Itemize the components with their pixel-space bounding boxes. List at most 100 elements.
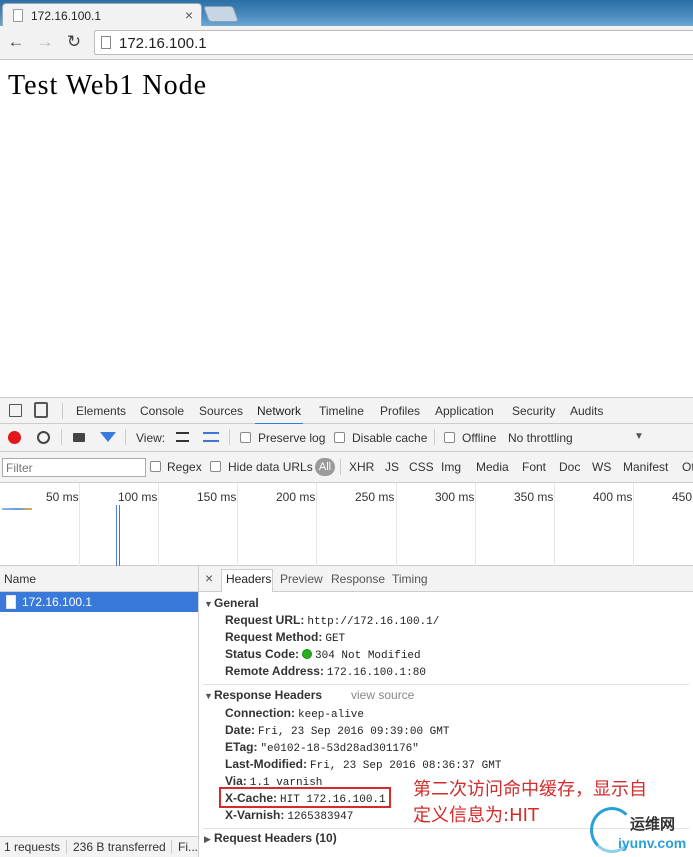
response-headers-title: Response Headers	[214, 688, 323, 702]
filter-input[interactable]	[2, 458, 146, 477]
address-url: 172.16.100.1	[119, 35, 207, 52]
response-headers-section-toggle[interactable]: ▼Response Headers view source	[204, 688, 504, 702]
view-source-link[interactable]: view source	[351, 688, 414, 702]
tab-network[interactable]: Network	[254, 404, 304, 425]
header-row: X-Varnish: 1265383947	[225, 808, 354, 823]
network-overview-timeline[interactable]: 50 ms 100 ms 150 ms 200 ms 250 ms 300 ms…	[0, 483, 693, 566]
status-ok-icon	[302, 649, 313, 659]
address-bar[interactable]: 172.16.100.1	[94, 30, 693, 55]
filter-type-js[interactable]: JS	[385, 460, 399, 474]
back-arrow-icon[interactable]: ←	[6, 32, 26, 52]
tab-timeline[interactable]: Timeline	[319, 404, 364, 418]
large-rows-icon[interactable]	[176, 432, 189, 442]
tab-console[interactable]: Console	[140, 404, 184, 418]
offline-label: Offline	[462, 431, 497, 445]
filter-type-doc[interactable]: Doc	[559, 460, 580, 474]
inspect-element-icon[interactable]	[9, 404, 22, 417]
filter-type-all[interactable]: All	[315, 458, 335, 476]
throttling-dropdown-icon[interactable]: ▼	[634, 431, 644, 442]
regex-checkbox[interactable]	[150, 461, 161, 472]
disable-cache-label: Disable cache	[352, 431, 428, 445]
expanded-caret-icon: ▼	[204, 599, 213, 609]
divider	[340, 459, 341, 475]
filter-type-xhr[interactable]: XHR	[349, 460, 374, 474]
hide-data-urls-label: Hide data URLs	[228, 460, 313, 474]
page-favicon-icon	[13, 9, 23, 22]
regex-label: Regex	[167, 460, 202, 474]
hide-data-urls-checkbox[interactable]	[210, 461, 221, 472]
divider	[434, 429, 435, 445]
tab-audits[interactable]: Audits	[570, 404, 603, 418]
tab-sources[interactable]: Sources	[199, 404, 243, 418]
clear-icon[interactable]	[37, 431, 50, 444]
tab-profiles[interactable]: Profiles	[380, 404, 420, 418]
request-headers-section-toggle[interactable]: ▶ Request Headers (10)	[204, 831, 337, 845]
waterfall-icon[interactable]	[203, 432, 219, 442]
reload-icon[interactable]: ↻	[64, 32, 84, 52]
requests-column-header: Name	[0, 566, 199, 592]
header-row: Request Method: GET	[225, 630, 346, 645]
tab-preview[interactable]: Preview	[280, 572, 323, 586]
load-event-marker	[119, 505, 120, 566]
annotation-line: 第二次访问命中缓存，显示自	[413, 779, 647, 800]
timeline-gridline	[79, 483, 80, 566]
tab-headers[interactable]: Headers	[226, 572, 271, 586]
header-row: Request URL: http://172.16.100.1/	[225, 613, 440, 628]
header-row: ETag: "e0102-18-53d28ad301176"	[225, 740, 419, 755]
filter-type-other[interactable]: Ot	[682, 460, 693, 474]
filter-icon[interactable]	[100, 432, 116, 442]
watermark-cn-text: 运维网	[630, 815, 676, 833]
timeline-label: 400 ms	[593, 490, 633, 504]
filter-type-font[interactable]: Font	[522, 460, 546, 474]
x-cache-highlight-box	[219, 787, 391, 808]
capture-screenshots-icon[interactable]	[73, 433, 85, 442]
forward-arrow-icon[interactable]: →	[35, 32, 55, 52]
network-toolbar: View: Preserve log Disable cache Offline…	[0, 424, 693, 452]
tab-close-icon[interactable]: ×	[185, 7, 193, 23]
filter-type-img[interactable]: Img	[441, 460, 461, 474]
divider	[62, 403, 63, 419]
timeline-label: 300 ms	[435, 490, 475, 504]
timeline-gridline	[475, 483, 476, 566]
page-heading: Test Web1 Node	[8, 70, 208, 101]
filter-bar: Regex Hide data URLs All XHR JS CSS Img …	[0, 452, 693, 483]
offline-checkbox[interactable]	[444, 432, 455, 443]
transferred-size: 236 B transferred	[73, 840, 166, 854]
filter-type-manifest[interactable]: Manifest	[623, 460, 668, 474]
timeline-label: 450	[672, 490, 693, 504]
filter-type-media[interactable]: Media	[476, 460, 509, 474]
device-mode-icon[interactable]	[34, 402, 48, 418]
tab-application[interactable]: Application	[435, 404, 494, 418]
timeline-label: 100 ms	[118, 490, 158, 504]
request-headers-title: Request Headers (10)	[214, 831, 337, 845]
timeline-label: 250 ms	[355, 490, 395, 504]
tab-response[interactable]: Response	[331, 572, 385, 586]
record-icon[interactable]	[8, 431, 21, 444]
close-detail-icon[interactable]: ×	[205, 570, 213, 586]
tab-elements[interactable]: Elements	[76, 404, 126, 418]
filter-type-css[interactable]: CSS	[409, 460, 434, 474]
header-row: Date: Fri, 23 Sep 2016 09:39:00 GMT	[225, 723, 450, 738]
divider	[66, 840, 67, 854]
request-timing-bar	[2, 508, 32, 510]
page-icon	[101, 36, 111, 49]
request-row[interactable]: 172.16.100.1	[0, 592, 198, 612]
preserve-log-checkbox[interactable]	[240, 432, 251, 443]
column-name-label[interactable]: Name	[4, 572, 36, 586]
divider	[125, 429, 126, 445]
tab-security[interactable]: Security	[512, 404, 555, 418]
network-status-bar: 1 requests 236 B transferred Fi...	[0, 836, 199, 857]
request-name: 172.16.100.1	[22, 595, 93, 609]
browser-tab[interactable]: 172.16.100.1 ×	[2, 3, 202, 27]
throttling-select[interactable]: No throttling	[508, 431, 573, 445]
new-tab-button[interactable]	[203, 6, 239, 22]
timeline-label: 350 ms	[514, 490, 554, 504]
header-row: Status Code: 304 Not Modified	[225, 647, 421, 662]
timeline-gridline	[158, 483, 159, 566]
document-icon	[6, 595, 16, 609]
filter-type-ws[interactable]: WS	[592, 460, 611, 474]
general-section-toggle[interactable]: ▼General	[204, 596, 259, 610]
tab-timing[interactable]: Timing	[392, 572, 428, 586]
header-row: Last-Modified: Fri, 23 Sep 2016 08:36:37 …	[225, 757, 502, 772]
disable-cache-checkbox[interactable]	[334, 432, 345, 443]
